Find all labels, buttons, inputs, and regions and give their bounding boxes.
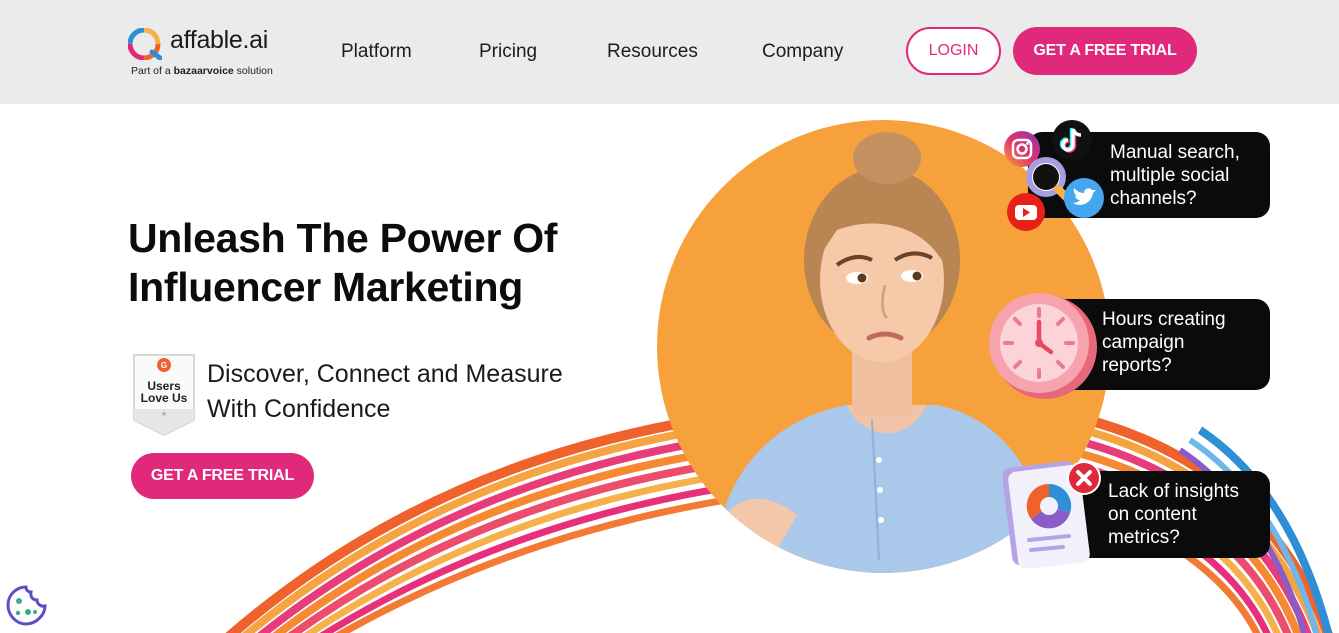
pain-point-line: Manual search, <box>1110 142 1240 163</box>
hero-title-line2: Influencer Marketing <box>128 264 523 310</box>
pain-point-text: Lack of insights on content metrics? <box>1108 480 1268 549</box>
tagline-line1: Discover, Connect and Measure <box>207 360 563 388</box>
site-header: affable.ai Part of a bazaarvoice solutio… <box>0 0 1339 104</box>
header-free-trial-button[interactable]: GET A FREE TRIAL <box>1013 27 1197 75</box>
hero-title: Unleash The Power Of Influencer Marketin… <box>128 214 648 312</box>
pain-point-line: Hours creating <box>1102 309 1226 330</box>
nav-platform[interactable]: Platform <box>341 41 412 63</box>
hero-tagline: Discover, Connect and Measure With Confi… <box>207 357 627 427</box>
logo-subtitle: Part of a bazaarvoice solution <box>131 65 273 77</box>
logo-sub-prefix: Part of a <box>131 65 171 77</box>
logo-text: affable.ai <box>170 26 269 54</box>
hero-free-trial-button[interactable]: GET A FREE TRIAL <box>131 453 314 499</box>
nav-resources[interactable]: Resources <box>607 41 698 63</box>
pain-point-line: on content <box>1108 504 1197 525</box>
g2-badge-icon: G Users Love Us ★ <box>133 354 195 436</box>
pain-point-text: Hours creating campaign reports? <box>1102 308 1262 377</box>
pain-point-line: metrics? <box>1108 527 1180 548</box>
cookie-icon[interactable] <box>6 585 47 626</box>
nav-pricing[interactable]: Pricing <box>479 41 537 63</box>
nav-company[interactable]: Company <box>762 41 843 63</box>
youtube-icon <box>1007 193 1045 231</box>
badge-line2: Love Us <box>141 391 188 405</box>
pain-point-text: Manual search, multiple social channels? <box>1110 141 1270 210</box>
svg-text:G: G <box>161 361 167 370</box>
login-button[interactable]: LOGIN <box>906 27 1001 75</box>
pain-point-line: reports? <box>1102 355 1172 376</box>
svg-text:★: ★ <box>161 410 167 418</box>
pain-point-line: channels? <box>1110 188 1197 209</box>
pain-point-line: Lack of insights <box>1108 481 1239 502</box>
pain-point-line: campaign <box>1102 332 1185 353</box>
error-x-icon <box>1067 461 1101 495</box>
twitter-icon <box>1064 178 1104 218</box>
clock-icon <box>989 293 1097 399</box>
hero-title-line1: Unleash The Power Of <box>128 215 558 261</box>
affable-logo[interactable]: affable.ai Part of a bazaarvoice solutio… <box>128 26 288 80</box>
logo-sub-suffix: solution <box>236 65 273 77</box>
tagline-line2: With Confidence <box>207 395 391 423</box>
affable-logo-icon <box>128 28 162 60</box>
logo-sub-brand: bazaarvoice <box>173 65 234 77</box>
pain-point-line: multiple social <box>1110 165 1230 186</box>
